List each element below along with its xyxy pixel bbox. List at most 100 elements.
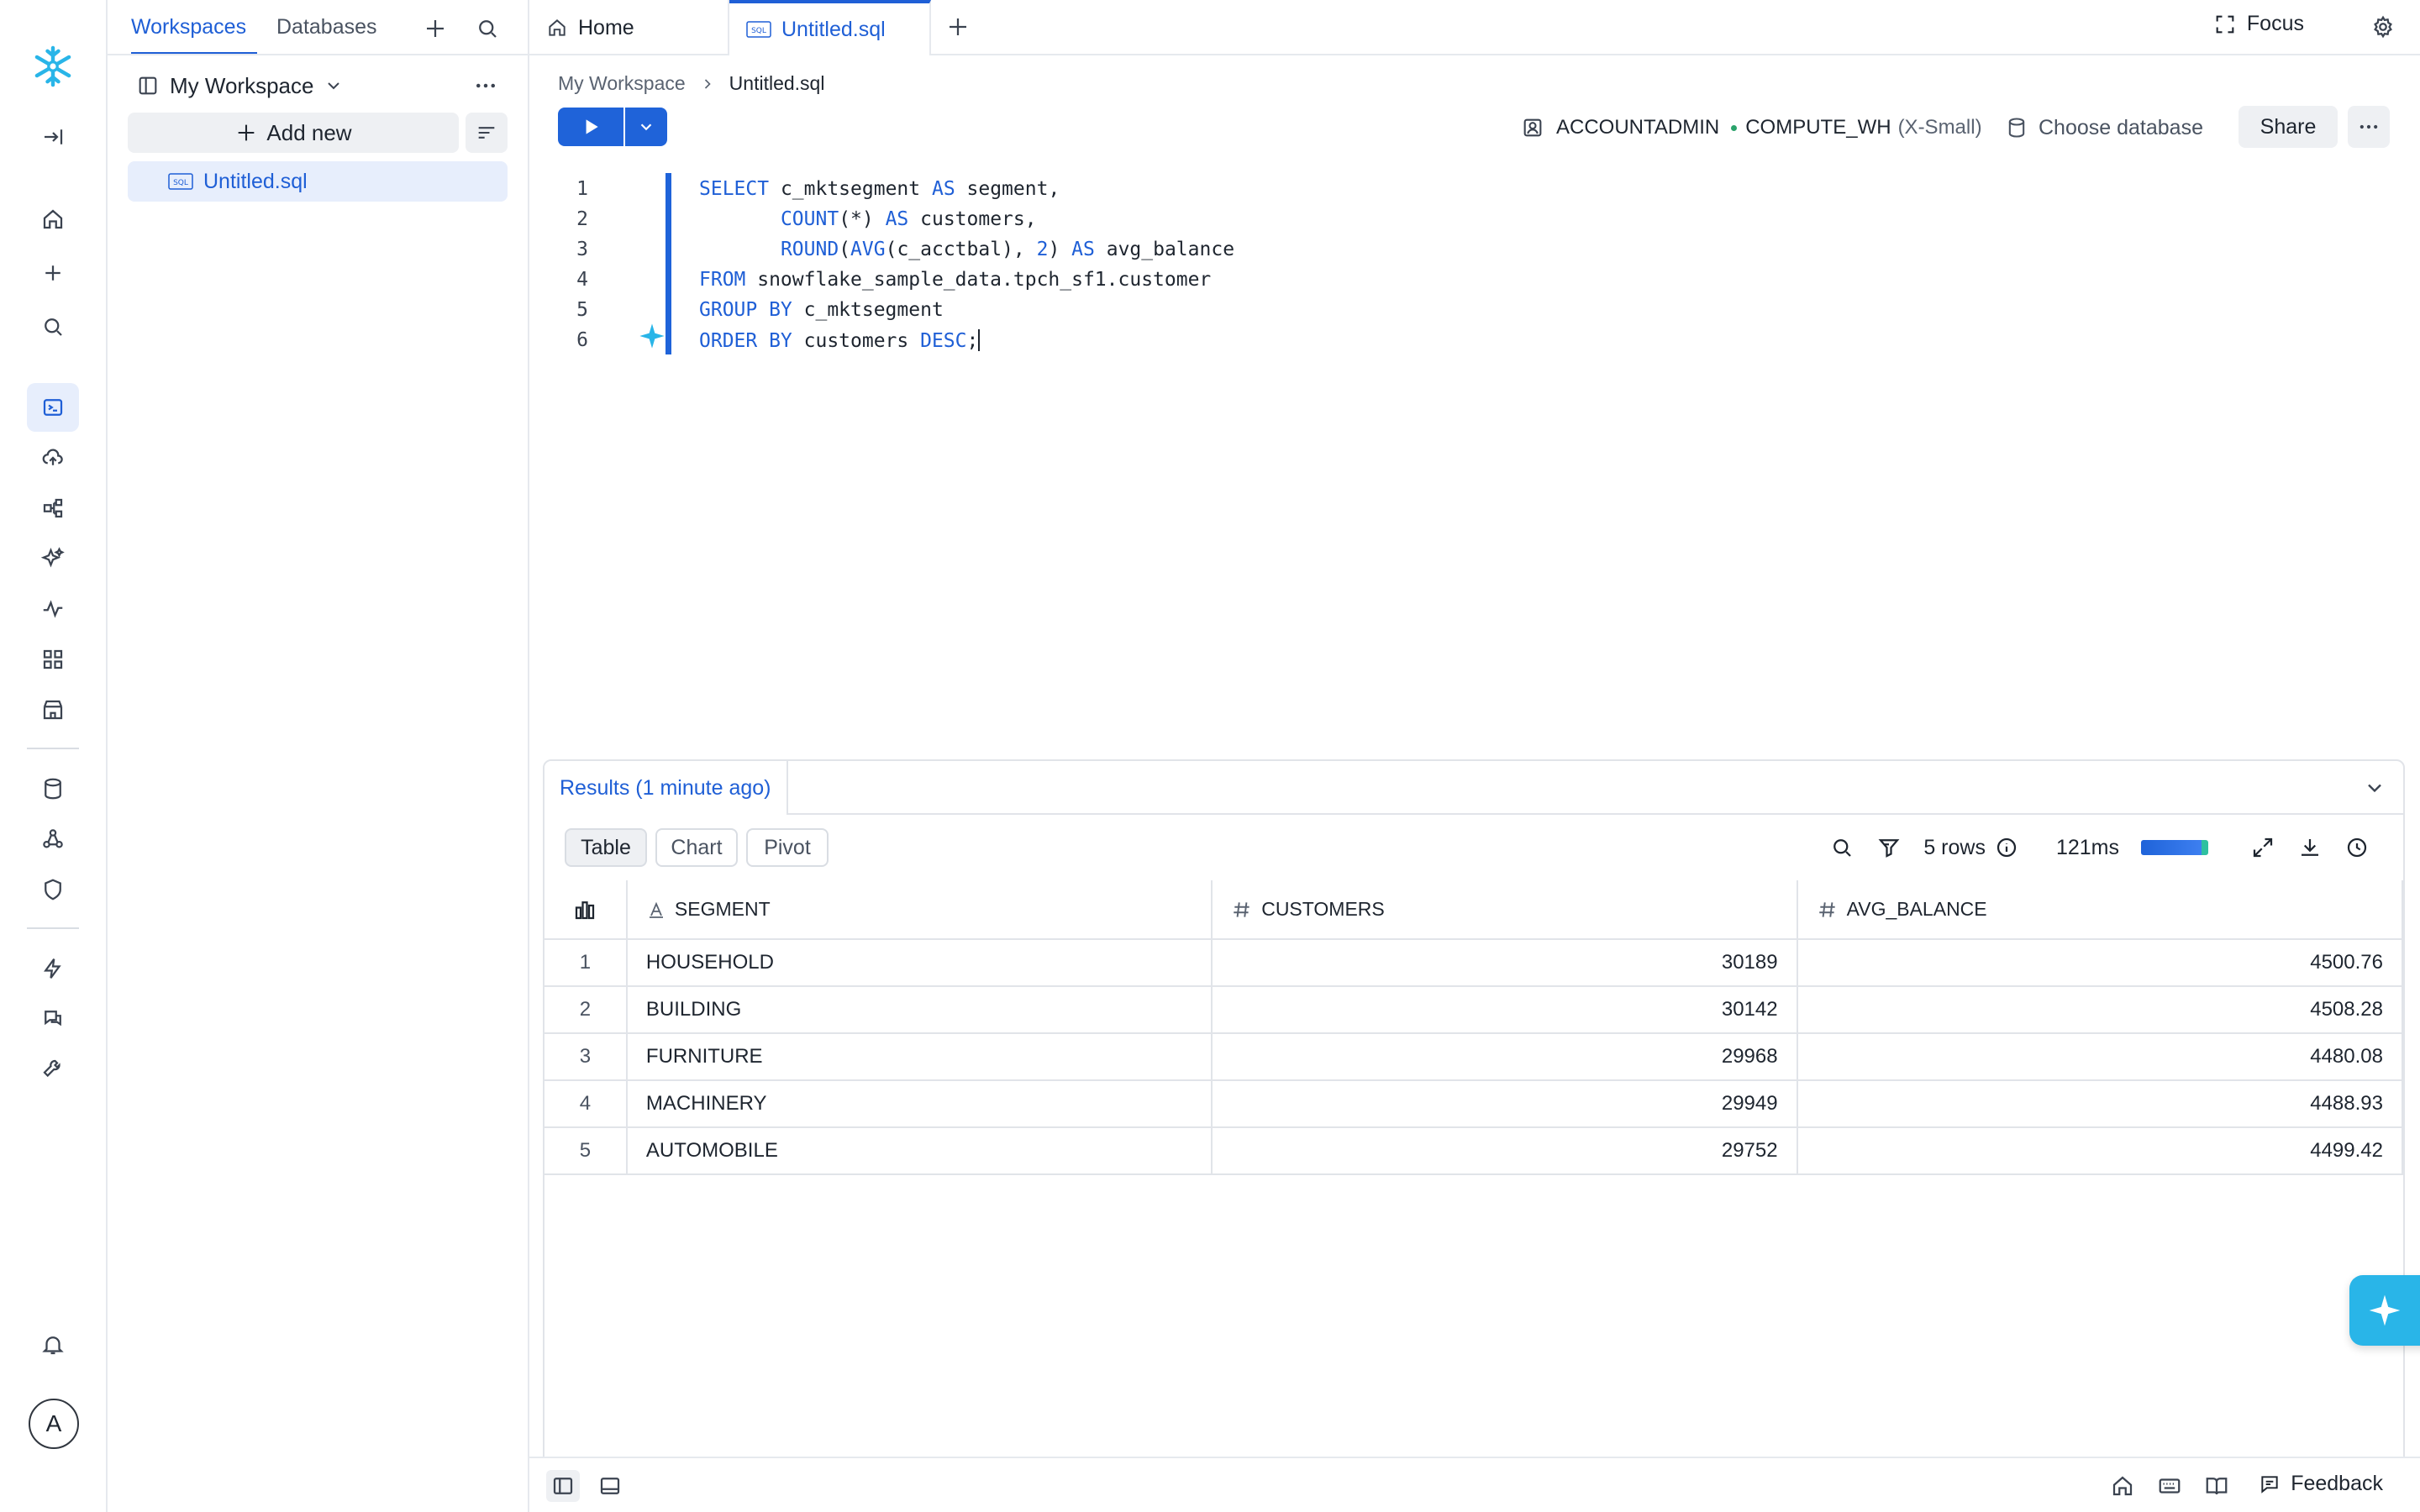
more-dots-icon	[2360, 124, 2378, 129]
keyboard-shortcuts-icon[interactable]	[2153, 1470, 2186, 1502]
notifications-bell-icon[interactable]	[27, 1320, 79, 1369]
tab-workspaces[interactable]: Workspaces	[131, 15, 246, 39]
data-upload-icon[interactable]	[27, 433, 79, 482]
search-results-icon[interactable]	[1829, 835, 1854, 860]
more-options-button[interactable]	[2348, 106, 2390, 148]
support-chat-icon[interactable]	[27, 995, 79, 1043]
file-item-untitled-sql[interactable]: SQL Untitled.sql	[128, 161, 508, 202]
tab-results[interactable]: Results (1 minute ago)	[544, 761, 788, 815]
projects-terminal-icon[interactable]	[27, 383, 79, 432]
add-new-button[interactable]: Add new	[128, 113, 459, 153]
workspace-selector[interactable]: My Workspace	[136, 67, 344, 104]
home-icon[interactable]	[2106, 1470, 2139, 1502]
code-line[interactable]: COUNT(*) AS customers,	[699, 208, 1037, 230]
code-line[interactable]: SELECT c_mktsegment AS segment,	[699, 178, 1060, 200]
info-icon[interactable]	[1994, 835, 2019, 860]
cell-segment[interactable]: FURNITURE	[625, 1032, 1213, 1081]
cell-avg-balance[interactable]: 4508.28	[1796, 985, 2403, 1034]
ai-copilot-button[interactable]	[2349, 1275, 2420, 1346]
expand-sidebar-icon[interactable]	[27, 113, 79, 161]
ai-sparkles-icon[interactable]	[27, 534, 79, 583]
create-plus-icon[interactable]	[27, 249, 79, 297]
column-name: CUSTOMERS	[1261, 898, 1385, 920]
user-avatar[interactable]: A	[29, 1399, 79, 1449]
code-line[interactable]: FROM snowflake_sample_data.tpch_sf1.cust…	[699, 269, 1211, 291]
cell-avg-balance[interactable]: 4480.08	[1796, 1032, 2403, 1081]
new-tab-plus-icon[interactable]	[939, 10, 976, 44]
run-button[interactable]	[558, 108, 623, 146]
column-stats-header[interactable]	[544, 880, 628, 940]
filter-icon[interactable]	[1876, 835, 1902, 860]
choose-database-button[interactable]: Choose database	[2005, 109, 2203, 146]
settings-gear-icon[interactable]	[2365, 10, 2402, 44]
sql-editor[interactable]: 1 2 3 4 5 6 SELECT c_mktsegment AS segme…	[546, 168, 2403, 756]
cell-customers[interactable]: 29752	[1211, 1126, 1798, 1175]
activity-pulse-icon[interactable]	[27, 585, 79, 633]
view-table-button[interactable]: Table	[565, 828, 647, 867]
history-clock-icon[interactable]	[2344, 835, 2370, 860]
sort-button[interactable]	[466, 113, 508, 153]
workspace-more-icon[interactable]	[467, 67, 504, 104]
cell-avg-balance[interactable]: 4488.93	[1796, 1079, 2403, 1128]
cell-customers[interactable]: 30189	[1211, 938, 1798, 987]
cell-segment[interactable]: BUILDING	[625, 985, 1213, 1034]
tab-untitled-sql[interactable]: SQL Untitled.sql	[729, 0, 931, 55]
snowflake-logo-icon[interactable]	[27, 42, 79, 91]
code-line[interactable]: ROUND(AVG(c_acctbal), 2) AS avg_balance	[699, 239, 1234, 260]
view-chart-button[interactable]: Chart	[655, 828, 738, 867]
data-graph-icon[interactable]	[27, 484, 79, 533]
cell-segment[interactable]: HOUSEHOLD	[625, 938, 1213, 987]
cell-customers[interactable]: 29968	[1211, 1032, 1798, 1081]
breadcrumb: My Workspace Untitled.sql	[558, 72, 824, 95]
ai-assist-sparkle-icon[interactable]	[639, 323, 666, 349]
table-row[interactable]: 4 MACHINERY 29949 4488.93	[544, 1079, 2403, 1128]
share-button[interactable]: Share	[2238, 106, 2338, 148]
cell-segment[interactable]: AUTOMOBILE	[625, 1126, 1213, 1175]
cell-segment[interactable]: MACHINERY	[625, 1079, 1213, 1128]
tab-home[interactable]: Home	[529, 0, 729, 55]
context-selector[interactable]: ACCOUNTADMIN COMPUTE_WH (X-Small)	[1521, 109, 1982, 146]
collapse-results-icon[interactable]	[2363, 776, 2386, 800]
column-header-avg-balance[interactable]: AVG_BALANCE	[1796, 880, 2403, 940]
code-line[interactable]: ORDER BY customers DESC;	[699, 329, 981, 352]
documentation-book-icon[interactable]	[2200, 1470, 2233, 1502]
table-row[interactable]: 5 AUTOMOBILE 29752 4499.42	[544, 1126, 2403, 1175]
tab-databases[interactable]: Databases	[276, 15, 377, 39]
rail-divider	[27, 927, 79, 929]
row-count: 5 rows	[1923, 835, 2019, 860]
breadcrumb-parent[interactable]: My Workspace	[558, 72, 686, 95]
database-icon[interactable]	[27, 764, 79, 813]
security-shield-icon[interactable]	[27, 865, 79, 914]
toggle-sidebar-icon[interactable]	[546, 1470, 580, 1502]
selection-gutter-bar	[666, 173, 671, 354]
table-row[interactable]: 1 HOUSEHOLD 30189 4500.76	[544, 938, 2403, 987]
governance-icon[interactable]	[27, 815, 79, 864]
table-row[interactable]: 2 BUILDING 30142 4508.28	[544, 985, 2403, 1034]
apps-grid-icon[interactable]	[27, 635, 79, 684]
search-files-icon[interactable]	[471, 13, 504, 44]
marketplace-store-icon[interactable]	[27, 685, 79, 734]
focus-label: Focus	[2246, 12, 2304, 35]
table-row[interactable]: 3 FURNITURE 29968 4480.08	[544, 1032, 2403, 1081]
add-workspace-plus-icon[interactable]	[418, 13, 452, 44]
view-pivot-button[interactable]: Pivot	[746, 828, 829, 867]
toggle-results-icon[interactable]	[593, 1470, 627, 1502]
status-bar: Feedback	[529, 1457, 2420, 1512]
feedback-button[interactable]: Feedback	[2259, 1472, 2383, 1496]
column-header-customers[interactable]: CUSTOMERS	[1211, 880, 1798, 940]
performance-bolt-icon[interactable]	[27, 944, 79, 993]
line-number: 2	[576, 208, 588, 230]
run-options-dropdown[interactable]	[625, 108, 667, 146]
download-icon[interactable]	[2297, 835, 2323, 860]
cell-customers[interactable]: 29949	[1211, 1079, 1798, 1128]
search-icon[interactable]	[27, 302, 79, 351]
admin-wrench-icon[interactable]	[27, 1045, 79, 1094]
cell-customers[interactable]: 30142	[1211, 985, 1798, 1034]
code-line[interactable]: GROUP BY c_mktsegment	[699, 299, 944, 321]
focus-button[interactable]: Focus	[2213, 12, 2304, 36]
cell-avg-balance[interactable]: 4500.76	[1796, 938, 2403, 987]
expand-icon[interactable]	[2250, 835, 2275, 860]
cell-avg-balance[interactable]: 4499.42	[1796, 1126, 2403, 1175]
home-icon[interactable]	[27, 195, 79, 244]
column-header-segment[interactable]: SEGMENT	[625, 880, 1213, 940]
